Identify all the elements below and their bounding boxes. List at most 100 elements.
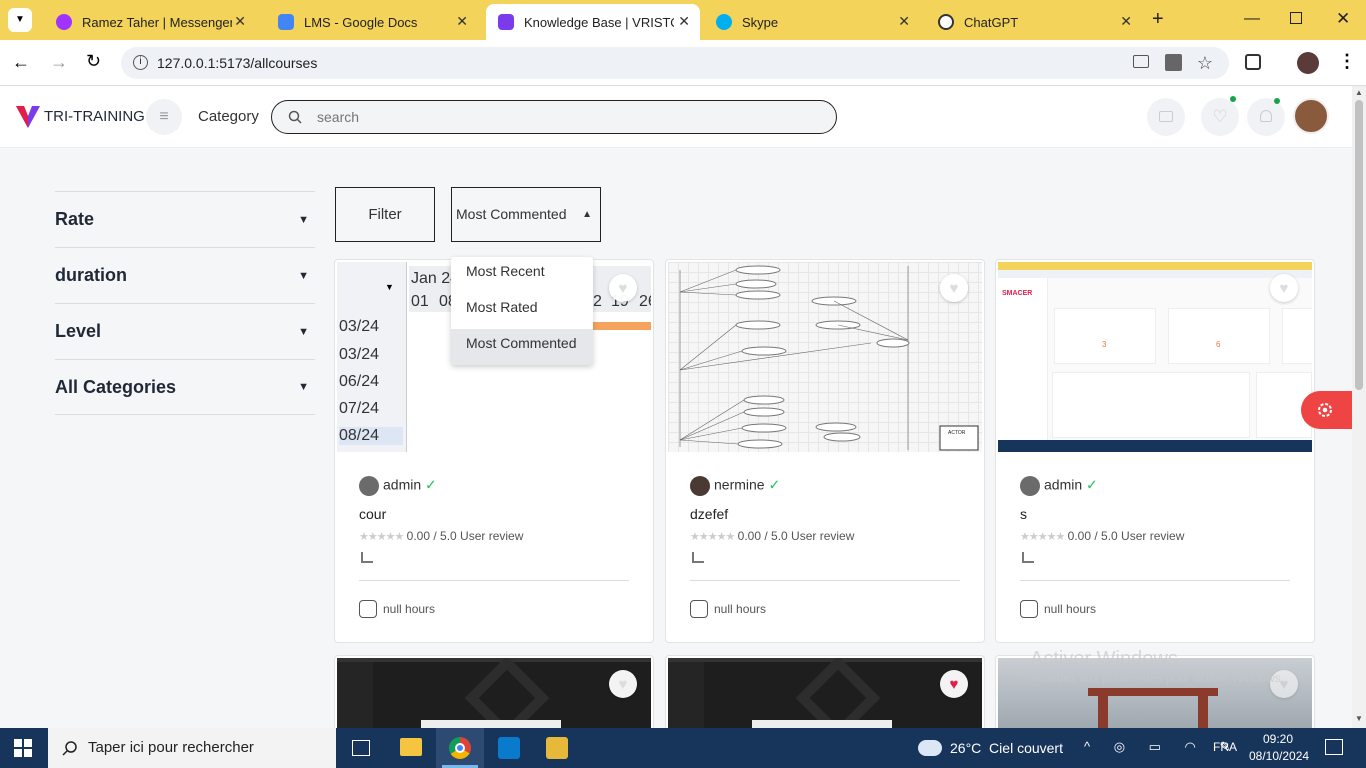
filter-label: duration [55,265,127,285]
menu-toggle-button[interactable]: ≡ [146,99,182,135]
close-icon[interactable]: ✕ [456,13,468,30]
course-card[interactable]: ♥ [665,655,985,728]
course-thumbnail[interactable]: ACTOR ♥ [668,262,982,452]
course-title[interactable]: s [1020,506,1027,522]
task-view-icon[interactable] [352,740,370,756]
stat-value: 6 [1216,340,1221,349]
course-author[interactable]: admin ✓ [1020,476,1098,496]
tab-search-button[interactable]: ▼ [8,8,32,32]
course-title[interactable]: dzefef [690,506,728,522]
tab-messenger[interactable]: Ramez Taher | Messenger ✕ [44,4,256,40]
tab-skype[interactable]: Skype ✕ [704,4,920,40]
scroll-up-arrow[interactable]: ▲ [1355,88,1363,97]
favorite-toggle[interactable]: ♥ [940,670,968,698]
weather-text[interactable]: 26°C Ciel couvert [950,740,1063,756]
settings-button[interactable] [1301,391,1352,429]
close-icon[interactable]: ✕ [234,13,246,30]
course-thumbnail[interactable]: ♥ [998,658,1312,728]
clock-time[interactable]: 09:20 [1263,732,1293,746]
sort-option-most-recent[interactable]: Most Recent [451,257,593,293]
clock-date[interactable]: 08/10/2024 [1249,749,1309,763]
course-rating: ★★★★★ 0.00 / 5.0 User review [359,529,523,543]
favorite-toggle[interactable]: ♥ [1270,274,1298,302]
brand-name[interactable]: TRI-TRAINING [44,108,145,125]
maximize-button[interactable] [1290,12,1302,24]
favorite-toggle[interactable]: ♥ [609,670,637,698]
new-tab-button[interactable]: + [1152,8,1164,31]
translate-icon[interactable] [1165,54,1182,71]
sort-select[interactable]: Most Commented ▲ [451,187,601,242]
filter-duration[interactable]: duration ▼ [55,247,315,303]
extensions-icon[interactable] [1245,54,1261,70]
search-box[interactable] [271,100,837,134]
chat-button[interactable] [1147,98,1185,136]
close-window-button[interactable]: ✕ [1336,9,1350,29]
category-link[interactable]: Category [198,108,259,125]
chrome-icon[interactable] [436,728,484,768]
language-indicator[interactable]: FRA [1213,740,1237,754]
heart-outline-icon: ♡ [1212,107,1228,126]
tab-title: LMS - Google Docs [304,14,418,30]
profile-avatar[interactable] [1297,52,1319,74]
logo-icon [16,106,40,128]
vscode-icon[interactable] [498,737,520,759]
verified-check-icon: ✓ [425,476,437,493]
tab-title: ChatGPT [964,14,1019,30]
course-thumbnail[interactable]: ♥ [668,658,982,728]
course-author[interactable]: admin ✓ [359,476,437,496]
app-icon[interactable] [546,737,568,759]
back-button[interactable]: ← [12,52,30,73]
tab-google-docs[interactable]: LMS - Google Docs ✕ [266,4,478,40]
course-thumbnail[interactable]: ♥ [337,658,651,728]
course-card[interactable]: ♥ [334,655,654,728]
start-button[interactable] [14,739,32,757]
gantt-day: 2 [593,293,602,310]
course-card[interactable]: ACTOR ♥ nermine ✓ dzefef ★★★★★ 0.00 / 5.… [665,259,985,643]
notification-center-icon[interactable] [1325,739,1343,755]
sort-option-most-rated[interactable]: Most Rated [451,293,593,329]
taskbar-search[interactable]: Taper ici pour rechercher [48,728,336,768]
filter-level[interactable]: Level ▼ [55,303,315,359]
filter-button-label: Filter [368,206,402,223]
scrollbar-thumb[interactable] [1355,100,1363,390]
notifications-button[interactable] [1247,98,1285,136]
info-icon[interactable]: i [133,55,148,70]
scroll-down-arrow[interactable]: ▼ [1355,714,1363,723]
gear-icon [1318,403,1332,417]
reload-button[interactable]: ↻ [86,51,101,72]
filter-rate[interactable]: Rate ▼ [55,191,315,247]
favorites-button[interactable]: ♡ [1201,96,1239,136]
tab-knowledge-base[interactable]: Knowledge Base | VRISTO - ✕ [486,4,700,40]
tab-title: Ramez Taher | Messenger [82,14,232,30]
course-author[interactable]: nermine ✓ [690,476,780,496]
sort-option-most-commented[interactable]: Most Commented [451,329,593,365]
bookmark-star-icon[interactable]: ☆ [1197,47,1213,79]
menu-kebab-icon[interactable]: ⋮ [1338,51,1356,72]
search-input[interactable] [317,107,797,127]
close-icon[interactable]: ✕ [898,13,910,30]
favorite-toggle[interactable]: ♥ [1270,670,1298,698]
page-scrollbar[interactable]: ▲ ▼ [1352,86,1366,728]
course-thumbnail[interactable]: SMACER 3 6 ♥ [998,262,1312,452]
url-bar[interactable]: i 127.0.0.1:5173/allcourses ☆ [121,47,1229,79]
gantt-row-date: 03/24 [339,318,380,335]
minimize-button[interactable]: — [1244,10,1260,28]
favorite-toggle[interactable]: ♥ [609,274,637,302]
user-avatar[interactable] [1293,98,1329,134]
duration-text: null hours [714,602,767,616]
forward-button[interactable]: → [50,52,68,73]
tab-chatgpt[interactable]: ChatGPT ✕ [926,4,1142,40]
course-card[interactable]: SMACER 3 6 ♥ admin ✓ s ★★★★★ 0.00 / 5.0 … [995,259,1315,643]
filter-button[interactable]: Filter [335,187,435,242]
course-title[interactable]: cour [359,506,386,522]
tab-title: Knowledge Base | VRISTO - [524,14,674,30]
rating-stars-icon: ★★★★★ [359,531,404,543]
close-icon[interactable]: ✕ [678,13,690,30]
install-icon[interactable] [1133,55,1149,68]
vristo-icon [498,14,514,30]
close-icon[interactable]: ✕ [1120,13,1132,30]
file-explorer-icon[interactable] [400,738,422,756]
favorite-toggle[interactable]: ♥ [940,274,968,302]
filter-all-categories[interactable]: All Categories ▼ [55,359,315,415]
course-card[interactable]: ♥ [995,655,1315,728]
